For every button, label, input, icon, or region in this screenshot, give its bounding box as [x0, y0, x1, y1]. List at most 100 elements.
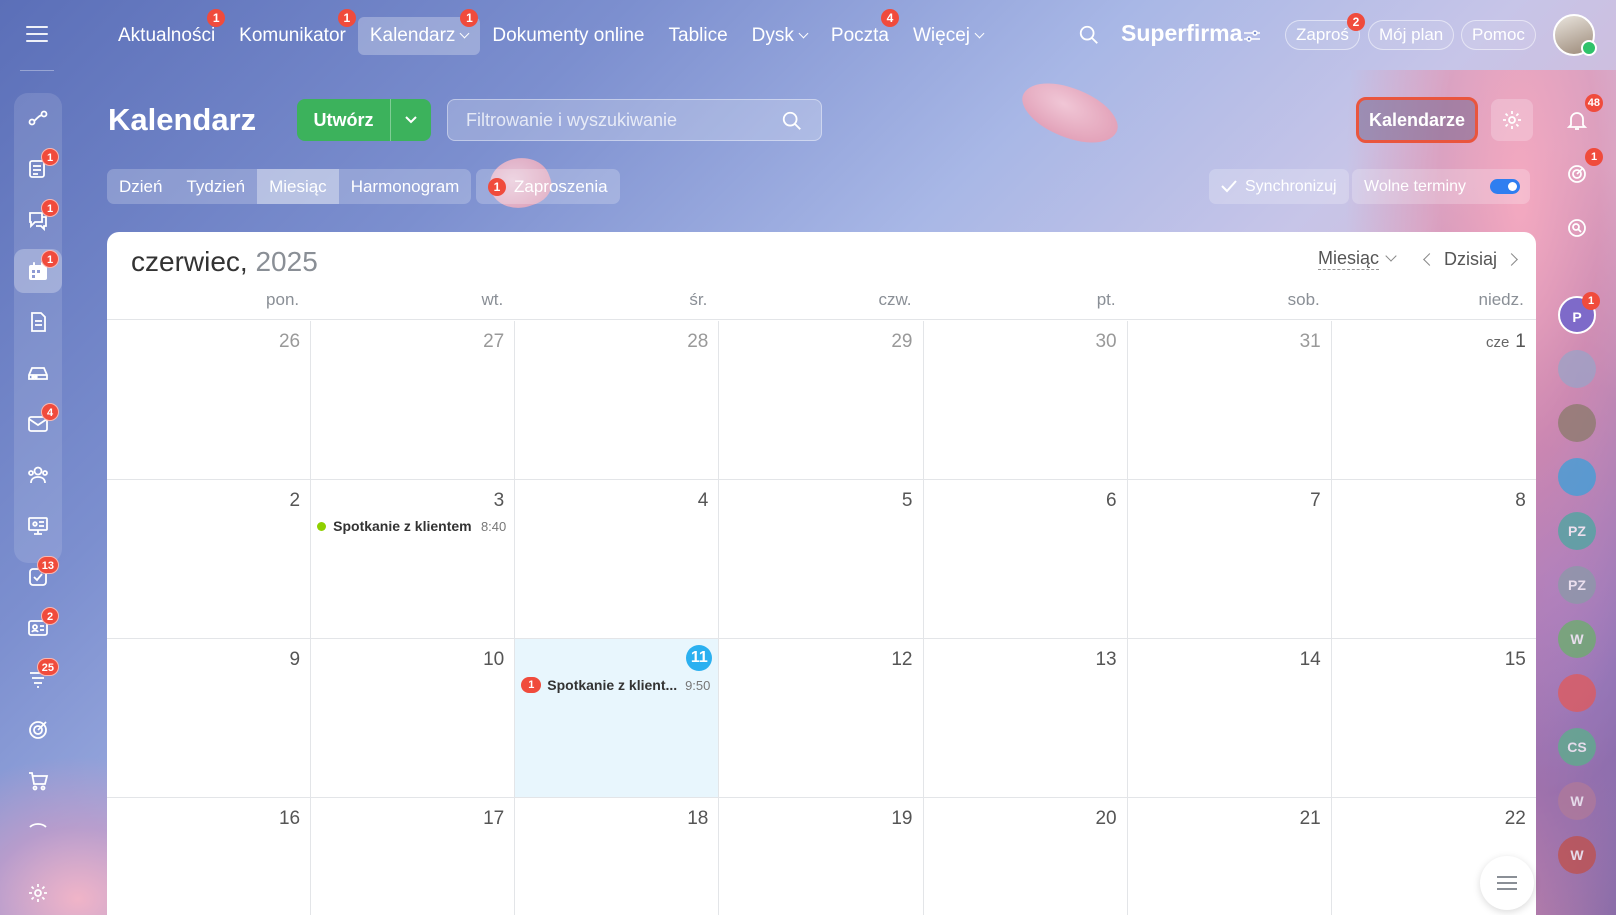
day-cell[interactable]: 28 [515, 321, 720, 479]
notifications-button[interactable]: 48 [1557, 94, 1603, 140]
nav-item-drive[interactable]: Dysk [740, 17, 819, 55]
view-mode-select[interactable]: Miesiąc [1317, 248, 1379, 270]
sidebar-item-documents[interactable] [14, 300, 62, 344]
contact-avatar[interactable]: CS [1558, 728, 1596, 766]
nav-item-messenger[interactable]: Komunikator 1 [227, 9, 358, 55]
nav-item-news[interactable]: Aktualności 1 [106, 9, 227, 55]
day-cell[interactable]: 27 [311, 321, 516, 479]
settings-sliders-icon[interactable] [1244, 30, 1260, 42]
nav-item-boards[interactable]: Tablice [657, 17, 740, 55]
contact-avatar[interactable]: P 1 [1558, 292, 1600, 334]
tab-week[interactable]: Tydzień [174, 169, 257, 204]
calendar-event[interactable]: Spotkanie z klientem 8:40 [317, 516, 506, 536]
day-cell[interactable]: 29 [719, 321, 924, 479]
sync-button[interactable]: Synchronizuj [1209, 169, 1349, 204]
contact-avatar[interactable]: W [1558, 836, 1596, 874]
day-number: 2 [289, 490, 301, 511]
today-button[interactable]: Dzisiaj [1444, 249, 1497, 270]
sidebar-item-news[interactable]: 1 [14, 147, 62, 191]
day-cell[interactable]: 30 [924, 321, 1128, 479]
view-switcher: Dzień Tydzień Miesiąc Harmonogram [107, 169, 472, 204]
day-cell[interactable]: 7 [1128, 480, 1332, 638]
day-cell[interactable]: 21 [1128, 798, 1332, 915]
toggle-switch[interactable] [1490, 179, 1520, 194]
nav-item-more[interactable]: Więcej [901, 17, 995, 55]
create-button[interactable]: Utwórz [297, 99, 431, 141]
day-cell[interactable]: 3 Spotkanie z klientem 8:40 [311, 480, 516, 638]
chat-avatar[interactable] [1558, 458, 1596, 496]
contact-avatar[interactable]: PZ [1558, 512, 1596, 550]
tab-schedule[interactable]: Harmonogram [339, 169, 472, 204]
search-icon[interactable] [1078, 24, 1100, 46]
day-cell[interactable]: 16 [107, 798, 312, 915]
create-dropdown[interactable] [391, 99, 431, 141]
chevron-down-icon[interactable] [1385, 250, 1397, 262]
user-avatar[interactable] [1553, 14, 1597, 56]
tab-month[interactable]: Miesiąc [257, 169, 339, 204]
sidebar-collapse[interactable] [14, 810, 62, 840]
group-avatar[interactable] [1558, 350, 1596, 388]
sidebar-item-workgroups[interactable] [14, 504, 62, 548]
day-cell[interactable]: 9 [107, 639, 312, 797]
search-icon[interactable] [781, 110, 803, 132]
day-cell[interactable]: 15 [1332, 639, 1536, 797]
day-cell[interactable]: 26 [107, 321, 312, 479]
search-chat-button[interactable] [1557, 208, 1597, 248]
day-cell[interactable]: 12 [719, 639, 924, 797]
day-cell[interactable]: 31 [1128, 321, 1332, 479]
help-button[interactable]: Pomoc [1461, 20, 1536, 50]
prev-arrow-icon[interactable] [1423, 252, 1436, 266]
nav-item-mail[interactable]: Poczta 4 [819, 9, 901, 55]
day-cell[interactable]: 5 [719, 480, 924, 638]
free-slots-toggle[interactable]: Wolne terminy [1352, 169, 1530, 204]
contact-avatar[interactable]: W [1558, 782, 1596, 820]
sidebar-item-mail[interactable]: 4 [14, 402, 62, 446]
group-avatar[interactable] [1558, 404, 1596, 442]
day-cell[interactable]: cze 1 [1332, 321, 1536, 479]
day-cell[interactable]: 20 [924, 798, 1128, 915]
activity-button[interactable]: 1 [1557, 148, 1603, 194]
online-status-icon [1581, 40, 1597, 56]
nav-item-calendar[interactable]: Kalendarz 1 [357, 9, 481, 55]
day-cell[interactable]: 6 [924, 480, 1128, 638]
company-name[interactable]: Superfirma [1121, 20, 1242, 47]
calendar-event[interactable]: 1 Spotkanie z klient... 9:50 [521, 675, 710, 695]
day-cell[interactable]: 18 [515, 798, 720, 915]
hamburger-menu-icon[interactable] [26, 26, 48, 42]
day-cell[interactable]: 13 [924, 639, 1128, 797]
day-cell[interactable]: 2 [107, 480, 312, 638]
contact-avatar[interactable]: PZ [1558, 566, 1596, 604]
sidebar-item-settings[interactable] [14, 871, 62, 915]
next-arrow-icon[interactable] [1505, 252, 1518, 266]
sidebar-item-tasks[interactable]: 13 [14, 555, 62, 599]
sidebar-item-goals[interactable] [14, 708, 62, 752]
day-cell[interactable]: 8 [1332, 480, 1536, 638]
day-cell-today[interactable]: 11 1 Spotkanie z klient... 9:50 [515, 639, 720, 797]
list-view-button[interactable] [1480, 856, 1534, 910]
day-cell[interactable]: 19 [719, 798, 924, 915]
sidebar-item-chat[interactable]: 1 [14, 198, 62, 242]
search-input[interactable] [466, 100, 766, 140]
sidebar-item-shop[interactable] [14, 759, 62, 803]
filter-search-box[interactable] [447, 99, 822, 141]
sidebar-item-feed[interactable] [14, 96, 62, 140]
video-call-avatar[interactable] [1558, 674, 1596, 712]
sidebar-item-crm[interactable]: 2 [14, 606, 62, 650]
sidebar-item-employees[interactable] [14, 453, 62, 497]
avatar-initials: W [1570, 793, 1584, 809]
my-plan-button[interactable]: Mój plan [1368, 20, 1455, 50]
day-cell[interactable]: 4 [515, 480, 720, 638]
sidebar-item-calendar[interactable]: 1 [14, 249, 62, 293]
tab-day[interactable]: Dzień [107, 169, 174, 204]
calendar-settings-button[interactable] [1491, 99, 1533, 141]
day-cell[interactable]: 17 [311, 798, 516, 915]
invite-button[interactable]: Zaproś 2 [1285, 13, 1365, 50]
calendars-button[interactable]: Kalendarze [1356, 97, 1478, 143]
contact-avatar[interactable]: W [1558, 620, 1596, 658]
day-cell[interactable]: 10 [311, 639, 516, 797]
sidebar-item-drive[interactable] [14, 351, 62, 395]
sidebar-item-automation[interactable]: 25 [14, 657, 62, 701]
day-cell[interactable]: 14 [1128, 639, 1332, 797]
invitations-button[interactable]: 1 Zaproszenia [476, 169, 620, 204]
nav-item-documents[interactable]: Dokumenty online [480, 17, 656, 55]
